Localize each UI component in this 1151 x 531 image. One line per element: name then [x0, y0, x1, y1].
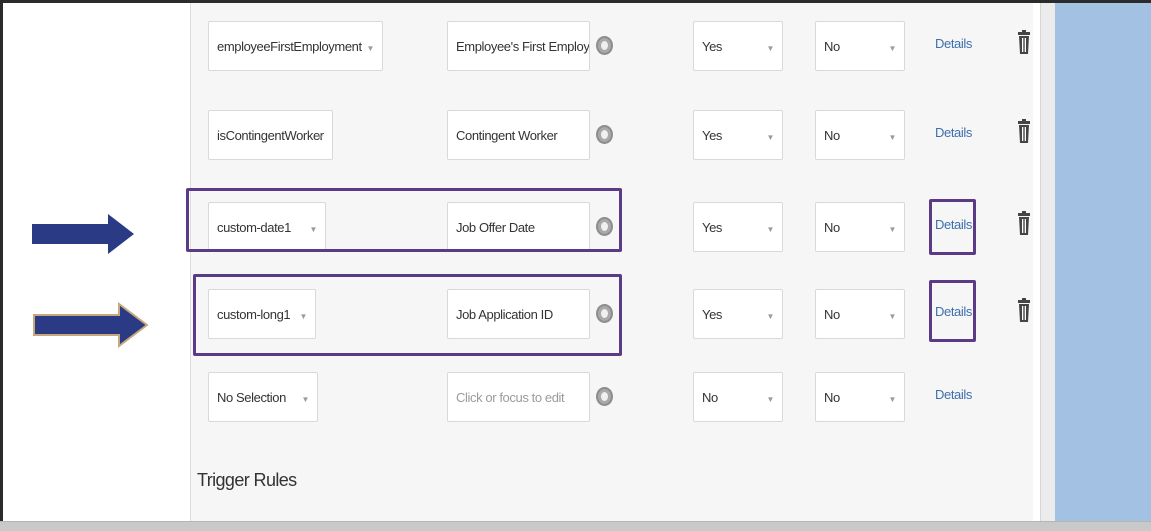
highlight-box-custom-long1 [193, 274, 622, 356]
field-row: No Selection ▼ Click or focus to edit No ▼… [0, 372, 1151, 422]
info-icon[interactable] [596, 36, 613, 55]
secondary-select[interactable]: No ▼ [815, 21, 905, 71]
field-select[interactable]: employeeFirstEmployment ▼ [208, 21, 383, 71]
chevron-down-icon: ▼ [888, 225, 896, 234]
secondary-select-value: No [824, 219, 840, 235]
field-row: employeeFirstEmployment ▼ Employee's Firs… [0, 21, 1151, 71]
secondary-select-value: No [824, 38, 840, 54]
chevron-down-icon: ▼ [888, 312, 896, 321]
panel-divider [1040, 3, 1055, 523]
required-select[interactable]: Yes ▼ [693, 21, 783, 71]
field-select-value: isContingentWorker [217, 127, 324, 143]
trash-icon[interactable] [1016, 118, 1032, 144]
required-select[interactable]: No ▼ [693, 372, 783, 422]
right-side-panel [1055, 3, 1151, 523]
highlight-box-details-long1 [929, 280, 976, 342]
secondary-select[interactable]: No ▼ [815, 372, 905, 422]
arrow-right-icon [32, 214, 134, 254]
field-label-input[interactable]: Contingent Worker [447, 110, 590, 160]
field-label-input[interactable]: Employee's First Employm [447, 21, 590, 71]
secondary-select-value: No [824, 127, 840, 143]
required-select-value: No [702, 389, 718, 405]
highlight-box-details-date1 [929, 199, 976, 255]
chevron-down-icon: ▼ [316, 133, 324, 142]
chevron-down-icon: ▼ [766, 133, 774, 142]
details-link[interactable]: Details [935, 36, 972, 51]
arrow-right-icon [33, 302, 149, 348]
chevron-down-icon: ▼ [888, 395, 896, 404]
details-link[interactable]: Details [935, 387, 972, 402]
trigger-rules-heading: Trigger Rules [197, 470, 297, 490]
field-label-value: Contingent Worker [456, 127, 558, 143]
info-icon[interactable] [596, 125, 613, 144]
required-select[interactable]: Yes ▼ [693, 202, 783, 252]
info-icon[interactable] [596, 387, 613, 406]
bottom-scrollbar[interactable] [0, 521, 1151, 531]
highlight-box-custom-date1 [186, 188, 622, 252]
chevron-down-icon: ▼ [888, 44, 896, 53]
field-select-value: employeeFirstEmployment [217, 38, 362, 54]
field-label-input[interactable]: Click or focus to edit [447, 372, 590, 422]
details-link[interactable]: Details [935, 125, 972, 140]
chevron-down-icon: ▼ [888, 133, 896, 142]
field-row: isContingentWorker ▼ Contingent Worker Ye… [0, 110, 1151, 160]
secondary-select[interactable]: No ▼ [815, 110, 905, 160]
chevron-down-icon: ▼ [766, 44, 774, 53]
secondary-select-value: No [824, 389, 840, 405]
required-select-value: Yes [702, 38, 723, 54]
field-select-value: No Selection [217, 389, 286, 405]
trash-icon[interactable] [1016, 29, 1032, 55]
required-select[interactable]: Yes ▼ [693, 110, 783, 160]
chevron-down-icon: ▼ [766, 395, 774, 404]
chevron-down-icon: ▼ [301, 395, 309, 404]
field-select[interactable]: No Selection ▼ [208, 372, 318, 422]
field-select[interactable]: isContingentWorker ▼ [208, 110, 333, 160]
required-select[interactable]: Yes ▼ [693, 289, 783, 339]
chevron-down-icon: ▼ [366, 44, 374, 53]
required-select-value: Yes [702, 219, 723, 235]
chevron-down-icon: ▼ [766, 225, 774, 234]
secondary-select[interactable]: No ▼ [815, 289, 905, 339]
secondary-select-value: No [824, 306, 840, 322]
field-label-value: Employee's First Employm [456, 38, 590, 54]
chevron-down-icon: ▼ [766, 312, 774, 321]
trash-icon[interactable] [1016, 297, 1032, 323]
required-select-value: Yes [702, 306, 723, 322]
secondary-select[interactable]: No ▼ [815, 202, 905, 252]
field-label-placeholder: Click or focus to edit [456, 389, 565, 405]
required-select-value: Yes [702, 127, 723, 143]
field-config-panel [190, 3, 1033, 523]
trash-icon[interactable] [1016, 210, 1032, 236]
